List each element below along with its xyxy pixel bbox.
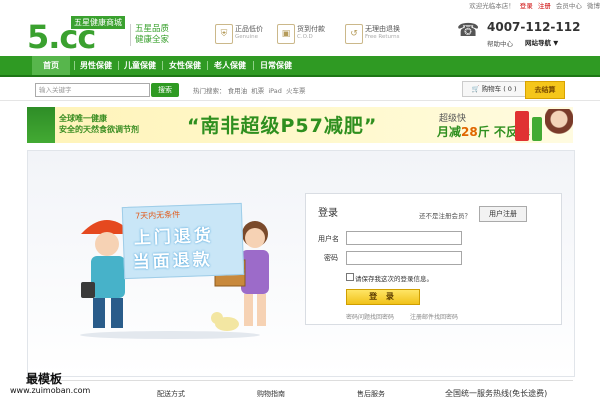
promise-genuine: ⛨ 正品低价 Genuine	[215, 22, 285, 46]
footer-hotline: 全国统一服务热线(免长途费)	[445, 389, 548, 398]
username-label: 用户名	[318, 235, 339, 243]
hot-search-item[interactable]: 火车票	[286, 87, 306, 95]
footer-shipping[interactable]: 配送方式	[157, 389, 185, 399]
banner-headline: “南非超级P57减肥”	[187, 115, 378, 137]
banner-left-text: 全球唯一健康 安全的天然食欲调节剂	[59, 113, 139, 135]
help-center-link[interactable]: 帮助中心	[487, 38, 513, 48]
cactus-image	[27, 107, 55, 143]
search-button[interactable]: 搜索	[151, 83, 179, 97]
promo-banner[interactable]: 全球唯一健康 安全的天然食欲调节剂 “南非超级P57减肥” 超级快 月减28斤 …	[27, 107, 573, 143]
nav-item-women[interactable]: 女性保健	[169, 56, 201, 75]
main-nav: 首页 男性保健 儿童保健 女性保健 老人保健 日常保健	[0, 56, 600, 77]
nav-separator	[253, 61, 254, 70]
nav-item-children[interactable]: 儿童保健	[124, 56, 156, 75]
promise-title: 无理由退换	[365, 25, 400, 33]
nav-item-home[interactable]: 首页	[32, 56, 70, 75]
phone-number: 4007-112-112	[487, 20, 581, 34]
promise-title: 正品低价	[235, 25, 263, 33]
register-link[interactable]: 注册	[538, 2, 551, 10]
cart-icon: 🛒	[471, 85, 480, 93]
site-nav-dropdown[interactable]: 网站导航 ▼	[525, 37, 558, 47]
watermark-url: www.zuimoban.com	[10, 386, 91, 395]
cart-button[interactable]: 🛒 购物车 ( 0 )	[462, 81, 526, 97]
logo-name: 五星健康商城	[71, 16, 125, 29]
not-member-text: 还不是注册会员？	[419, 212, 471, 220]
nav-item-daily[interactable]: 日常保健	[260, 56, 292, 75]
forgot-by-question-link[interactable]: 密码问题找回密码	[346, 312, 394, 321]
weibo-link[interactable]: 微博	[587, 2, 600, 10]
shield-icon: ⛨	[215, 24, 233, 44]
slogan-line-1: 五星品质	[135, 24, 170, 34]
login-title: 登录	[318, 208, 338, 219]
banner-left-line-1: 全球唯一健康	[59, 114, 107, 123]
login-link[interactable]: 登录	[520, 2, 533, 10]
banner-prefix: 月减	[437, 125, 462, 139]
promise-sub: Genuine	[235, 34, 259, 40]
sign-top-text: 7天内无条件	[134, 210, 181, 221]
hotline: ☎ 4007-112-112 帮助中心 网站导航 ▼	[457, 18, 587, 52]
cat-figure	[211, 312, 239, 331]
product-bottle-image	[532, 117, 542, 141]
nav-separator	[118, 61, 119, 70]
product-box-image	[515, 111, 529, 141]
remember-checkbox[interactable]	[346, 273, 354, 281]
site-logo[interactable]: 5.cc 五星健康商城	[27, 16, 127, 54]
login-submit-button[interactable]: 登 录	[346, 289, 420, 305]
footer-guide[interactable]: 购物指南	[257, 389, 285, 399]
card-icon: ▣	[277, 24, 295, 44]
header: 5.cc 五星健康商城 五星品质 健康全家 ⛨ 正品低价 Genuine ▣ 货…	[0, 12, 600, 56]
hot-search-item[interactable]: iPad	[268, 87, 282, 95]
nav-item-men[interactable]: 男性保健	[80, 56, 112, 75]
nav-separator	[207, 61, 208, 70]
welcome-text: 欢迎光临本店！	[469, 2, 515, 10]
hot-search-item[interactable]: 机票	[251, 87, 264, 95]
login-panel: 登录 还不是注册会员？ 用户注册 用户名 密码 请保存我这次的登录信息。 登 录…	[305, 193, 562, 325]
nav-separator	[74, 61, 75, 70]
footer-bar: 配送方式 购物指南 售后服务 全国统一服务热线(免长途费)	[27, 380, 573, 401]
hot-searches: 热门搜索： 食用油 机票 iPad 火车票	[193, 85, 306, 95]
password-label: 密码	[324, 254, 338, 262]
caret-down-icon: ▼	[553, 39, 559, 47]
hot-search-label: 热门搜索：	[193, 87, 226, 95]
cart-label: 购物车 ( 0 )	[481, 85, 517, 93]
footer-service[interactable]: 售后服务	[357, 389, 385, 399]
site-nav-label: 网站导航	[525, 39, 551, 47]
model-image	[545, 109, 573, 143]
promise-sub: Free Returns	[365, 34, 400, 40]
banner-left-line-2: 安全的天然食欲调节剂	[59, 125, 139, 134]
hot-search-item[interactable]: 食用油	[228, 87, 248, 95]
register-button[interactable]: 用户注册	[479, 206, 527, 222]
remember-label: 请保存我这次的登录信息。	[355, 275, 433, 283]
returns-sign: 7天内无条件 上门退货 当面退款	[121, 202, 245, 280]
forgot-by-email-link[interactable]: 注册邮件找回密码	[410, 312, 458, 321]
banner-number: 28	[461, 125, 478, 139]
checkout-button[interactable]: 去结算	[525, 81, 565, 99]
password-field[interactable]	[346, 251, 462, 265]
slogan-line-2: 健康全家	[135, 35, 170, 45]
promise-cod: ▣ 货到付款 C.O.D	[277, 22, 347, 46]
promise-title: 货到付款	[297, 25, 325, 33]
nav-item-elderly[interactable]: 老人保健	[214, 56, 246, 75]
promise-sub: C.O.D	[297, 34, 313, 40]
member-center-link[interactable]: 会员中心	[556, 2, 582, 10]
watermark-title: 最模板	[26, 372, 63, 386]
promise-returns: ↺ 无理由退换 Free Returns	[345, 22, 415, 46]
slogan: 五星品质 健康全家	[130, 24, 169, 46]
username-field[interactable]	[346, 231, 462, 245]
return-icon: ↺	[345, 24, 363, 44]
nav-separator	[162, 61, 163, 70]
search-input[interactable]: 输入关键字	[35, 83, 150, 97]
top-bar: 欢迎光临本店！ 登录 注册 会员中心 微博	[0, 0, 600, 12]
phone-icon: ☎	[457, 20, 480, 41]
sign-line-2: 当面退款	[132, 249, 214, 273]
